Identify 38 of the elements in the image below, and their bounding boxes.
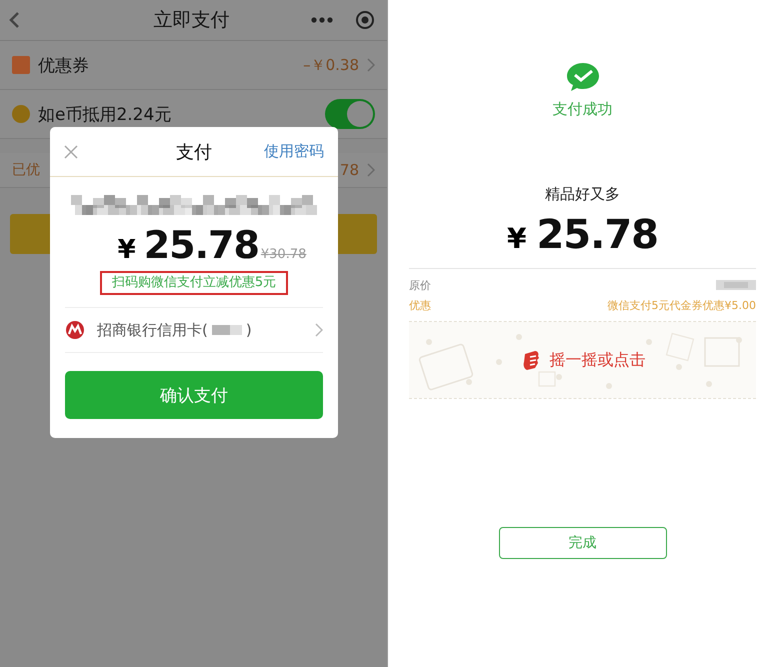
chat-check-icon bbox=[566, 62, 600, 92]
confirm-pay-button[interactable]: 确认支付 bbox=[65, 371, 323, 419]
blurred-number-drawing bbox=[212, 325, 242, 335]
toggle-switch[interactable] bbox=[325, 99, 375, 129]
row-label: 优惠券 bbox=[38, 54, 89, 76]
detail-label: 优惠 bbox=[409, 298, 431, 312]
shake-banner[interactable]: 摇一摇或点击 bbox=[409, 321, 756, 399]
chevron-icon bbox=[367, 163, 375, 177]
merchant-name: 精品好又多 bbox=[545, 185, 620, 204]
use-password-link[interactable]: 使用密码 bbox=[264, 142, 324, 161]
card-selector[interactable]: 招商银行信用卡( ) bbox=[65, 307, 323, 353]
chevron-icon bbox=[315, 323, 323, 337]
bank-logo-icon bbox=[65, 320, 85, 340]
row-label: 已优 bbox=[12, 161, 40, 179]
row-value: 78 bbox=[340, 161, 359, 179]
chevron-icon bbox=[367, 58, 375, 72]
capsule-menu[interactable] bbox=[311, 10, 375, 30]
amount: 25.78 bbox=[536, 212, 658, 258]
detail-value: 微信支付5元代金券优惠¥5.00 bbox=[608, 298, 756, 312]
promo-text: 扫码购微信支付立减优惠5元 bbox=[100, 271, 288, 295]
card-name: 招商银行信用卡( bbox=[97, 320, 208, 340]
currency-symbol: ¥ bbox=[118, 235, 136, 265]
currency-symbol: ¥ bbox=[506, 222, 526, 255]
amount: 25.78 bbox=[144, 223, 259, 267]
page-title: 立即支付 bbox=[154, 8, 230, 33]
more-icon[interactable] bbox=[311, 17, 333, 23]
detail-label: 原价 bbox=[409, 278, 431, 292]
original-price: ¥30.78 bbox=[260, 247, 306, 262]
success-text: 支付成功 bbox=[552, 100, 612, 119]
shake-text: 摇一摇或点击 bbox=[550, 350, 646, 370]
close-target-icon[interactable] bbox=[355, 10, 375, 30]
card-name-suffix: ) bbox=[246, 321, 252, 339]
row-value: –￥0.38 bbox=[303, 56, 359, 74]
row-label: 如e币抵用2.24元 bbox=[38, 104, 172, 126]
done-button[interactable]: 完成 bbox=[498, 527, 666, 559]
back-icon[interactable] bbox=[8, 11, 20, 29]
dialog-title: 支付 bbox=[176, 140, 212, 164]
blurred-price-drawing bbox=[716, 280, 756, 290]
